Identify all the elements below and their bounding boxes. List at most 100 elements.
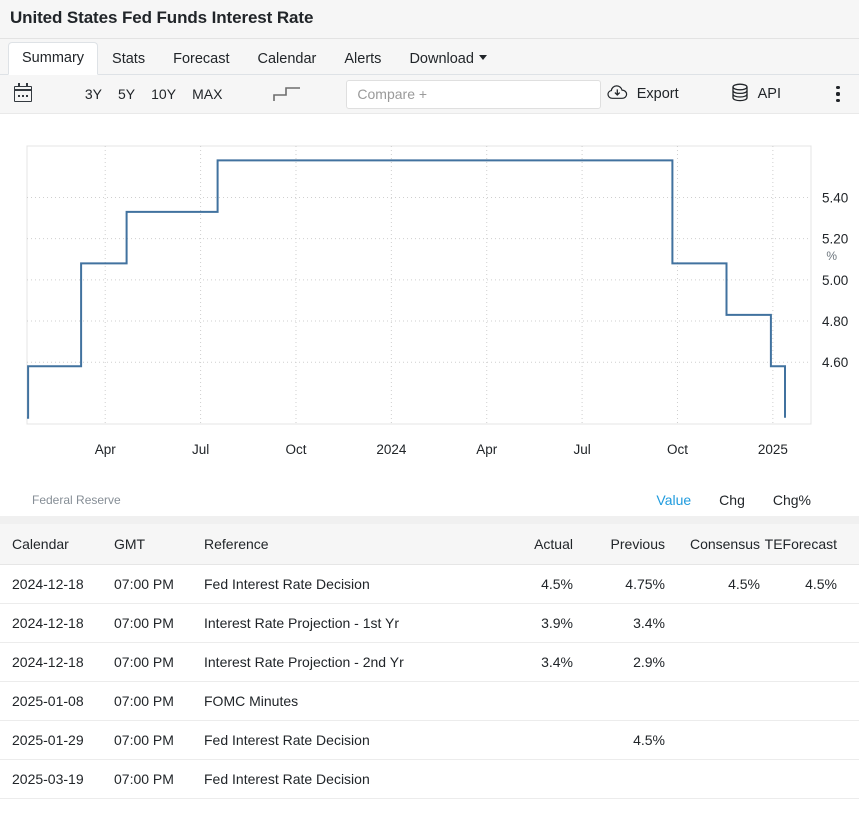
chart-source: Federal Reserve: [32, 493, 121, 507]
chart-footer: Federal Reserve Value Chg Chg%: [0, 492, 859, 508]
cell-actual: 3.9%: [490, 604, 573, 643]
column-header-actual[interactable]: Actual: [490, 524, 573, 565]
api-label: API: [758, 86, 781, 102]
legend-item-chgpct[interactable]: Chg%: [773, 492, 811, 508]
cell-actual: [490, 760, 573, 799]
tab-label: Calendar: [258, 51, 317, 67]
cell-actual: 3.4%: [490, 643, 573, 682]
cell-forecast: 4.5%: [760, 565, 859, 604]
cell-calendar: 2025-01-29: [0, 721, 114, 760]
cell-reference: Fed Interest Rate Decision: [204, 760, 490, 799]
tab-alerts[interactable]: Alerts: [330, 43, 395, 76]
cell-actual: [490, 682, 573, 721]
table-row[interactable]: 2025-01-2907:00 PMFed Interest Rate Deci…: [0, 721, 859, 760]
cell-consensus: [665, 760, 760, 799]
cell-previous: [573, 760, 665, 799]
x-axis-tick-label: Jul: [573, 442, 590, 457]
cell-actual: 4.5%: [490, 565, 573, 604]
cell-forecast: [760, 721, 859, 760]
x-axis-tick-label: Jul: [192, 442, 209, 457]
range-button-3y[interactable]: 3Y: [77, 83, 110, 105]
tab-label: Stats: [112, 51, 145, 67]
x-axis-tick-label: 2025: [758, 442, 788, 457]
tab-summary[interactable]: Summary: [8, 42, 98, 76]
calendar-table-head: Calendar GMT Reference Actual Previous C…: [0, 524, 859, 565]
column-header-consensus[interactable]: Consensus: [665, 524, 760, 565]
export-label: Export: [637, 86, 679, 102]
x-axis-tick-label: Apr: [476, 442, 498, 457]
export-button[interactable]: Export: [601, 82, 685, 107]
cell-previous: 2.9%: [573, 643, 665, 682]
range-selector: 3Y5Y10YMAX: [77, 83, 231, 105]
chart-unit-label: %: [826, 249, 837, 263]
cell-consensus: 4.5%: [665, 565, 760, 604]
x-axis-tick-label: Apr: [95, 442, 117, 457]
y-axis-tick-label: 4.60: [822, 355, 848, 370]
cell-consensus: [665, 682, 760, 721]
tab-label: Download: [409, 51, 474, 67]
database-icon: [731, 83, 749, 106]
x-axis-tick-label: 2024: [376, 442, 407, 457]
cell-calendar: 2024-12-18: [0, 565, 114, 604]
cell-reference: FOMC Minutes: [204, 682, 490, 721]
tab-label: Summary: [22, 50, 84, 66]
tab-stats[interactable]: Stats: [98, 43, 159, 76]
table-row[interactable]: 2024-12-1807:00 PMInterest Rate Projecti…: [0, 643, 859, 682]
cell-reference: Fed Interest Rate Decision: [204, 565, 490, 604]
cell-reference: Fed Interest Rate Decision: [204, 721, 490, 760]
legend-item-chg[interactable]: Chg: [719, 492, 745, 508]
column-header-gmt[interactable]: GMT: [114, 524, 204, 565]
calendar-table: Calendar GMT Reference Actual Previous C…: [0, 524, 859, 799]
y-axis-tick-label: 5.20: [822, 232, 848, 247]
legend-item-value[interactable]: Value: [656, 492, 691, 508]
x-axis-tick-label: Oct: [667, 442, 688, 457]
cell-forecast: [760, 760, 859, 799]
y-axis-tick-label: 5.40: [822, 190, 848, 205]
tab-forecast[interactable]: Forecast: [159, 43, 243, 76]
cell-previous: [573, 682, 665, 721]
y-axis-tick-label: 4.80: [822, 314, 848, 329]
range-button-max[interactable]: MAX: [184, 83, 230, 105]
cell-previous: 4.75%: [573, 565, 665, 604]
column-header-reference[interactable]: Reference: [204, 524, 490, 565]
cell-gmt: 07:00 PM: [114, 604, 204, 643]
cell-previous: 4.5%: [573, 721, 665, 760]
calendar-table-body: 2024-12-1807:00 PMFed Interest Rate Deci…: [0, 565, 859, 799]
kebab-menu-icon[interactable]: [829, 86, 847, 102]
chart-svg[interactable]: 4.604.805.005.205.40AprJulOct2024AprJulO…: [0, 114, 859, 474]
compare-input[interactable]: Compare +: [346, 80, 600, 109]
tab-label: Alerts: [344, 51, 381, 67]
tab-download[interactable]: Download: [395, 43, 501, 76]
cell-calendar: 2024-12-18: [0, 643, 114, 682]
table-header-row: Calendar GMT Reference Actual Previous C…: [0, 524, 859, 565]
cell-calendar: 2024-12-18: [0, 604, 114, 643]
api-button[interactable]: API: [725, 81, 787, 108]
tab-calendar[interactable]: Calendar: [244, 43, 331, 76]
step-chart-icon[interactable]: [272, 85, 302, 103]
cell-forecast: [760, 682, 859, 721]
cell-forecast: [760, 604, 859, 643]
table-row[interactable]: 2024-12-1807:00 PMFed Interest Rate Deci…: [0, 565, 859, 604]
tab-bar: Summary Stats Forecast Calendar Alerts Downlo…: [0, 39, 859, 75]
cell-consensus: [665, 643, 760, 682]
range-button-5y[interactable]: 5Y: [110, 83, 143, 105]
page-header: United States Fed Funds Interest Rate: [0, 0, 859, 39]
calendar-icon[interactable]: [14, 84, 33, 104]
table-row[interactable]: 2024-12-1807:00 PMInterest Rate Projecti…: [0, 604, 859, 643]
cell-gmt: 07:00 PM: [114, 682, 204, 721]
table-row[interactable]: 2025-01-0807:00 PMFOMC Minutes: [0, 682, 859, 721]
column-header-teforecast[interactable]: TEForecast: [760, 524, 859, 565]
column-header-calendar[interactable]: Calendar: [0, 524, 114, 565]
x-axis-tick-label: Oct: [285, 442, 306, 457]
cell-gmt: 07:00 PM: [114, 760, 204, 799]
chart-legend: Value Chg Chg%: [656, 492, 835, 508]
page-title: United States Fed Funds Interest Rate: [10, 8, 849, 28]
cell-reference: Interest Rate Projection - 2nd Yr: [204, 643, 490, 682]
cell-previous: 3.4%: [573, 604, 665, 643]
table-row[interactable]: 2025-03-1907:00 PMFed Interest Rate Deci…: [0, 760, 859, 799]
column-header-previous[interactable]: Previous: [573, 524, 665, 565]
cell-gmt: 07:00 PM: [114, 643, 204, 682]
chart-line-series-value: [27, 160, 785, 417]
cell-reference: Interest Rate Projection - 1st Yr: [204, 604, 490, 643]
range-button-10y[interactable]: 10Y: [143, 83, 184, 105]
